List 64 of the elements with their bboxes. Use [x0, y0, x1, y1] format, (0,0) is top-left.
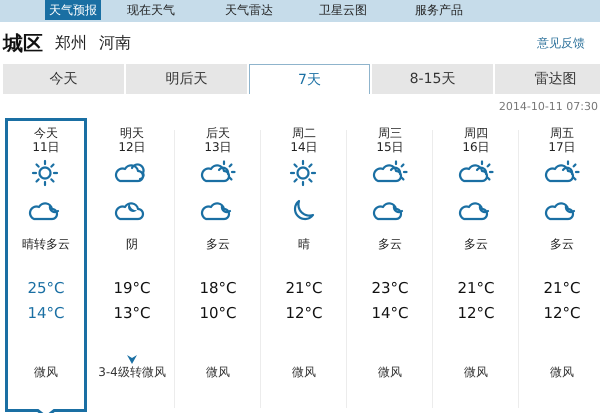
high-temperature: 21°C — [285, 278, 323, 299]
day-date: 12日 — [118, 140, 146, 154]
wind-text: 微风 — [34, 364, 58, 381]
day-date: 15日 — [376, 140, 404, 154]
day-name: 今天 — [34, 126, 58, 140]
day-column[interactable]: 明天 12日 阴 19°C 13°C 3-4级转微风 — [89, 118, 175, 413]
weather-text: 多云 — [378, 236, 402, 253]
weather-text: 晴转多云 — [22, 236, 70, 253]
weather-text: 多云 — [550, 236, 574, 253]
day-date: 17日 — [548, 140, 576, 154]
day-column[interactable]: 今天 11日 晴转多云 25°C 14°C 微风 — [5, 118, 87, 412]
nav-item[interactable]: 天气雷达 — [221, 0, 277, 20]
high-temperature: 21°C — [457, 278, 495, 299]
low-temperature: 14°C — [371, 303, 409, 324]
day-date: 16日 — [462, 140, 490, 154]
day-date: 11日 — [32, 140, 60, 154]
day-column[interactable]: 周三 15日 多云 23°C 14°C 微风 — [347, 118, 433, 413]
city-name: 郑州 — [55, 32, 87, 54]
day-date: 13日 — [204, 140, 232, 154]
low-temperature: 12°C — [543, 303, 581, 324]
tab[interactable]: 雷达图 — [495, 64, 600, 94]
day-column[interactable]: 周四 16日 多云 21°C 12°C 微风 — [433, 118, 519, 413]
province-name: 河南 — [99, 32, 131, 54]
tab[interactable]: 今天 — [3, 64, 124, 94]
wind-text: 微风 — [206, 364, 230, 381]
wind-text: 微风 — [464, 364, 488, 381]
low-temperature: 12°C — [457, 303, 495, 324]
day-column[interactable]: 周二 14日 晴 21°C 12°C 微风 — [261, 118, 347, 413]
wind-change-icon — [127, 355, 137, 364]
tab[interactable]: 7天 — [249, 64, 370, 94]
low-temperature: 12°C — [285, 303, 323, 324]
weather-text: 多云 — [206, 236, 230, 253]
weather-text: 阴 — [126, 236, 138, 253]
high-temperature: 23°C — [371, 278, 409, 299]
day-name: 周三 — [378, 126, 402, 140]
day-name: 周五 — [550, 126, 574, 140]
wind-text: 微风 — [550, 364, 574, 381]
tab[interactable]: 明后天 — [126, 64, 247, 94]
nav-item[interactable]: 天气预报 — [45, 0, 101, 20]
nav-item[interactable]: 服务产品 — [411, 0, 467, 20]
day-name: 周四 — [464, 126, 488, 140]
district-name: 城区 — [3, 30, 43, 56]
day-name: 后天 — [206, 126, 230, 140]
high-temperature: 18°C — [199, 278, 237, 299]
high-temperature: 21°C — [543, 278, 581, 299]
feedback-link[interactable]: 意见反馈 — [537, 34, 585, 52]
wind-text: 3-4级转微风 — [98, 364, 166, 381]
wind-text: 微风 — [378, 364, 402, 381]
nav-item[interactable]: 卫星云图 — [315, 0, 371, 20]
wind-text: 微风 — [292, 364, 316, 381]
tab[interactable]: 8-15天 — [372, 64, 493, 94]
high-temperature: 19°C — [113, 278, 151, 299]
low-temperature: 10°C — [199, 303, 237, 324]
update-time: 2014-10-11 07:30 — [498, 100, 598, 112]
low-temperature: 13°C — [113, 303, 151, 324]
day-date: 14日 — [290, 140, 318, 154]
day-column[interactable]: 后天 13日 多云 18°C 10°C 微风 — [175, 118, 261, 413]
nav-item[interactable]: 现在天气 — [123, 0, 179, 20]
high-temperature: 25°C — [27, 278, 65, 299]
low-temperature: 14°C — [27, 303, 65, 324]
day-name: 周二 — [292, 126, 316, 140]
day-name: 明天 — [120, 126, 144, 140]
weather-text: 晴 — [298, 236, 310, 253]
weather-text: 多云 — [464, 236, 488, 253]
